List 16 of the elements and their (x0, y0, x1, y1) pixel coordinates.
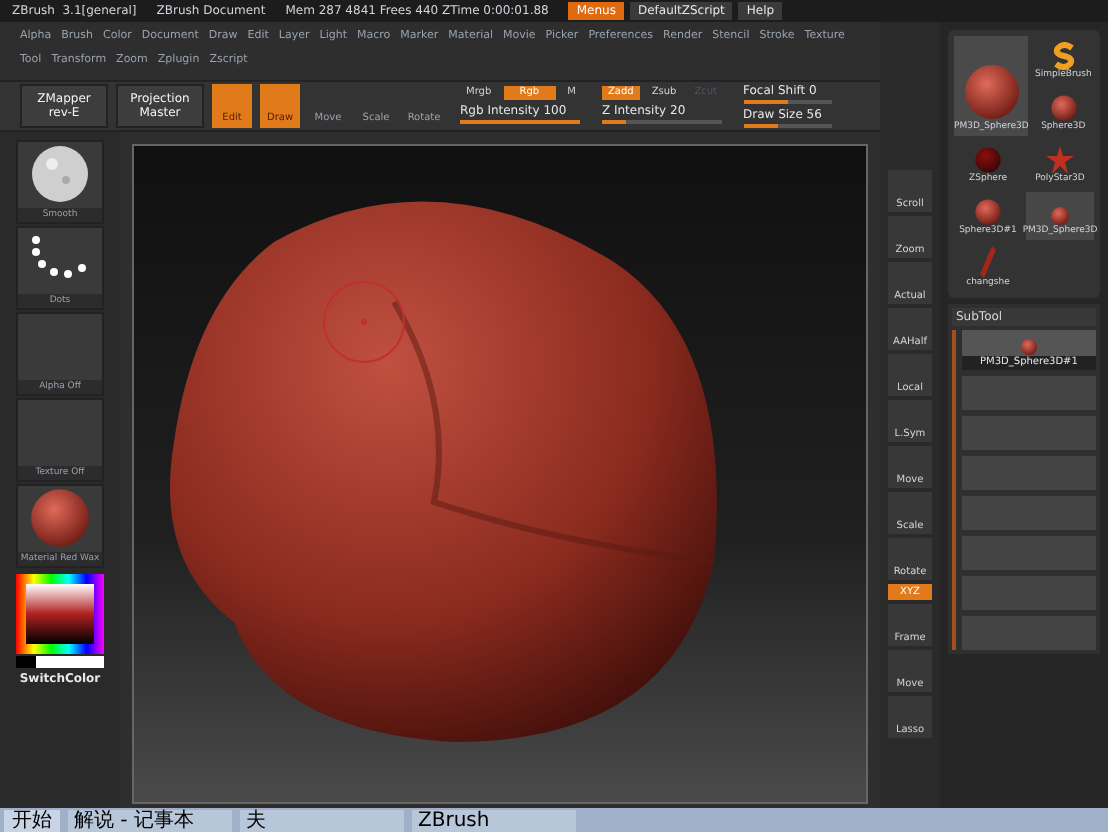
alpha-sphere-icon (30, 144, 90, 204)
canvas[interactable] (132, 143, 868, 804)
sphere-icon (974, 146, 1002, 175)
start-button[interactable]: 开始 (4, 809, 60, 831)
sphere-icon (1049, 94, 1078, 123)
sphere-icon (961, 62, 1022, 123)
taskbar-item[interactable]: 夫 (240, 809, 404, 831)
sphere-icon (28, 486, 92, 550)
taskbar-item[interactable]: 解说 - 记事本 (68, 809, 232, 831)
sphere-icon (974, 198, 1002, 227)
s-brush-icon (1049, 42, 1078, 71)
sphere-icon (1020, 337, 1038, 355)
stroke-shape-icon (980, 246, 996, 279)
sphere-icon (1050, 206, 1070, 227)
taskbar-item[interactable]: ZBrush (412, 809, 576, 831)
star-icon (1046, 146, 1074, 175)
